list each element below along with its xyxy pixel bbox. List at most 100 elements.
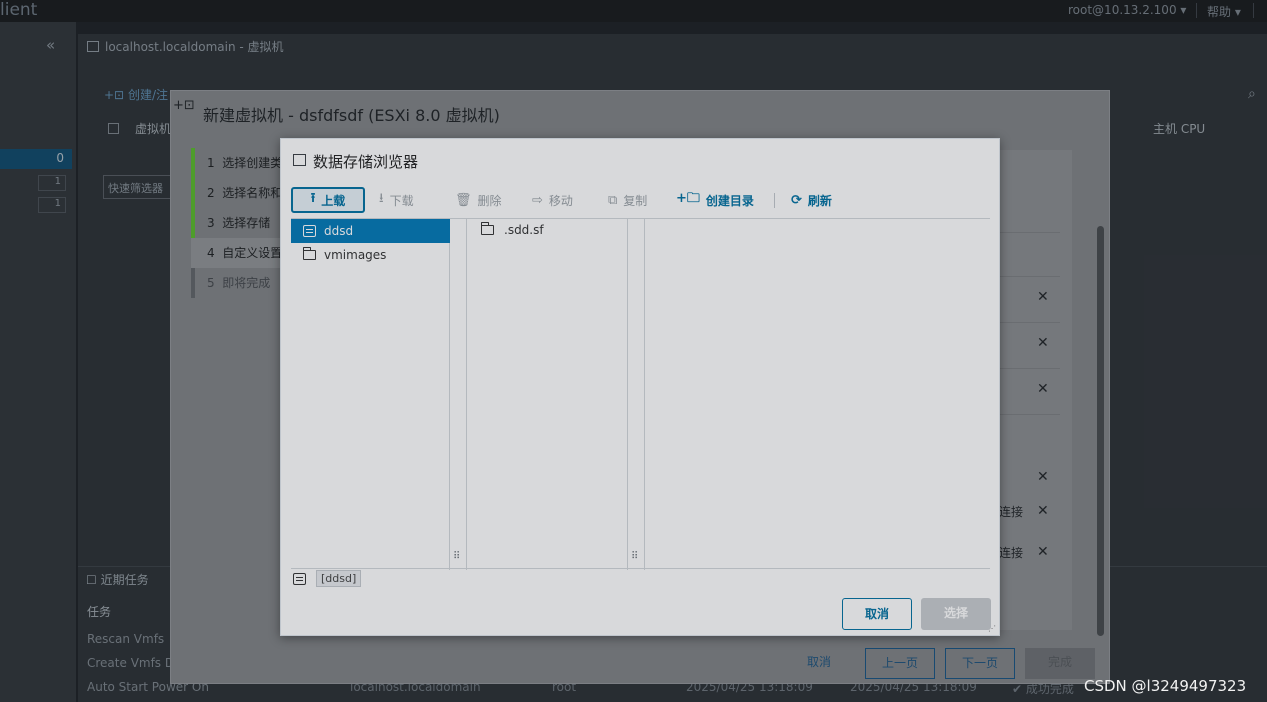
upload-icon: ⭱ <box>310 191 316 206</box>
dialog-resize-handle[interactable]: ⋰ <box>988 624 996 633</box>
column-host-cpu[interactable]: 主机 CPU <box>1153 120 1205 137</box>
user-menu[interactable]: root@10.13.2.100 ▾ <box>1068 3 1186 17</box>
column-vm[interactable]: 虚拟机 <box>135 120 171 137</box>
sidebar-count-badge: 1 <box>38 197 66 213</box>
folder-icon <box>481 222 494 235</box>
step-number: 3 <box>207 216 215 230</box>
refresh-icon: ⟳ <box>791 192 802 208</box>
divider <box>998 276 1060 277</box>
breadcrumb-text: localhost.localdomain - 虚拟机 <box>105 40 284 54</box>
upload-button[interactable]: ⭱ 上载 <box>291 187 365 213</box>
new-folder-icon: +🗀 <box>676 191 700 206</box>
trash-icon: 🗑 <box>455 192 472 208</box>
datastore-list-pane: ddsd vmimages <box>291 219 450 570</box>
wizard-step-4[interactable]: 4 自定义设置 <box>191 238 281 268</box>
app-brand: lient <box>0 0 38 20</box>
copy-button[interactable]: ⧉ 复制 <box>608 187 647 213</box>
close-icon[interactable]: ✕ <box>1037 335 1049 351</box>
divider <box>998 368 1060 369</box>
collapse-icon[interactable]: « <box>46 36 55 54</box>
move-icon: ⇨ <box>532 192 543 208</box>
datastore-label: vmimages <box>324 248 387 262</box>
wizard-step-5: 5 即将完成 <box>191 268 281 298</box>
task-row: Rescan Vmfs <box>87 632 165 646</box>
datastore-item-vmimages[interactable]: vmimages <box>291 243 450 267</box>
close-icon[interactable]: ✕ <box>1037 503 1049 519</box>
folder-icon <box>303 247 316 260</box>
help-label: 帮助 <box>1207 5 1232 19</box>
vm-icon <box>87 41 99 52</box>
help-menu[interactable]: 帮助 ▾ <box>1207 3 1241 20</box>
close-icon[interactable]: ✕ <box>1037 469 1049 485</box>
quick-filter-input[interactable]: 快速筛选器 <box>103 175 177 199</box>
copy-label: 复制 <box>623 193 648 208</box>
wizard-step-1[interactable]: 1 选择创建类 <box>191 148 281 178</box>
new-vm-icon: +⊡ <box>173 98 195 113</box>
user-name: root@10.13.2.100 <box>1068 3 1177 17</box>
close-icon[interactable]: ✕ <box>1037 289 1049 305</box>
datastore-browser-icon <box>293 154 306 166</box>
create-vm-button[interactable]: +⊡ 创建/注 <box>104 86 168 103</box>
sidebar-item-vms[interactable]: 0 <box>0 149 72 169</box>
file-label: .sdd.sf <box>504 223 544 237</box>
browser-panes: ddsd vmimages ⠿ .sdd.sf ⠿ <box>291 218 990 570</box>
folder-contents-pane: .sdd.sf <box>466 219 628 570</box>
wizard-step-3[interactable]: 3 选择存储 <box>191 208 281 238</box>
current-path: [ddsd] <box>316 570 362 587</box>
tasks-column-header[interactable]: 任务 <box>87 603 111 620</box>
move-label: 移动 <box>548 193 573 208</box>
connect-label: 连接 <box>999 505 1024 519</box>
move-button[interactable]: ⇨ 移动 <box>532 187 573 213</box>
wizard-cancel-button[interactable]: 取消 <box>790 648 848 679</box>
delete-label: 删除 <box>477 193 502 208</box>
divider <box>998 322 1060 323</box>
step-label: 即将完成 <box>222 276 271 290</box>
close-icon[interactable]: ✕ <box>1037 381 1049 397</box>
dialog-title: 数据存储浏览器 <box>313 153 419 171</box>
top-bar: lient root@10.13.2.100 ▾ 帮助 ▾ <box>0 0 1267 22</box>
pane-resize-handle[interactable]: ⠿ <box>631 551 638 562</box>
task-row: Create Vmfs D <box>87 656 175 670</box>
wizard-title: 新建虚拟机 - dsfdfsdf (ESXi 8.0 虚拟机) <box>203 106 500 125</box>
select-button: 选择 <box>921 598 991 630</box>
divider <box>1196 3 1197 18</box>
watermark: CSDN @l3249497323 <box>1084 677 1247 695</box>
refresh-label: 刷新 <box>807 193 832 208</box>
breadcrumb: localhost.localdomain - 虚拟机 <box>87 38 284 55</box>
wizard-scrollbar[interactable] <box>1096 196 1106 636</box>
create-directory-label: 创建目录 <box>705 193 754 208</box>
file-item[interactable]: .sdd.sf <box>481 222 544 237</box>
step-label: 选择创建类 <box>222 156 281 170</box>
divider <box>1253 3 1254 18</box>
path-bar: [ddsd] <box>293 570 362 587</box>
wizard-step-2[interactable]: 2 选择名称和 <box>191 178 281 208</box>
pane-resize-handle[interactable]: ⠿ <box>453 551 460 562</box>
download-icon: ⭳ <box>379 191 384 206</box>
task-result-label: 成功完成 <box>1025 682 1074 696</box>
close-icon[interactable]: ✕ <box>1037 544 1049 560</box>
recent-tasks-title: ☐ 近期任务 <box>86 573 149 587</box>
connect-label: 连接 <box>999 546 1024 560</box>
navigator-sidebar: « <box>0 22 76 702</box>
step-label: 选择名称和 <box>222 186 281 200</box>
divider <box>998 232 1060 233</box>
wizard-next-button[interactable]: 下一页 <box>945 648 1015 679</box>
success-icon: ✔ <box>1012 682 1023 696</box>
delete-button[interactable]: 🗑 删除 <box>455 187 502 213</box>
datastore-browser-dialog: 数据存储浏览器 ⭱ 上载 ⭳ 下载 🗑 删除 ⇨ 移动 ⧉ 复制 +🗀 创建目录 ⟳ 刷新 d… <box>280 138 1000 636</box>
search-icon[interactable]: ⌕ <box>1248 86 1256 102</box>
create-vm-label: 创建/注 <box>127 88 168 102</box>
create-directory-button[interactable]: +🗀 创建目录 <box>676 187 754 213</box>
wizard-finish-button: 完成 <box>1025 648 1095 679</box>
step-number: 2 <box>207 186 215 200</box>
refresh-button[interactable]: ⟳ 刷新 <box>791 187 832 213</box>
step-label: 自定义设置 <box>222 246 281 260</box>
step-label: 选择存储 <box>222 216 271 230</box>
cancel-button[interactable]: 取消 <box>842 598 912 630</box>
scrollbar-thumb[interactable] <box>1097 226 1104 636</box>
chevron-down-icon: ▾ <box>1234 5 1241 19</box>
download-button[interactable]: ⭳ 下载 <box>379 187 414 213</box>
select-all-checkbox[interactable] <box>108 123 119 134</box>
datastore-item-ddsd[interactable]: ddsd <box>291 219 450 243</box>
wizard-prev-button[interactable]: 上一页 <box>865 648 935 679</box>
